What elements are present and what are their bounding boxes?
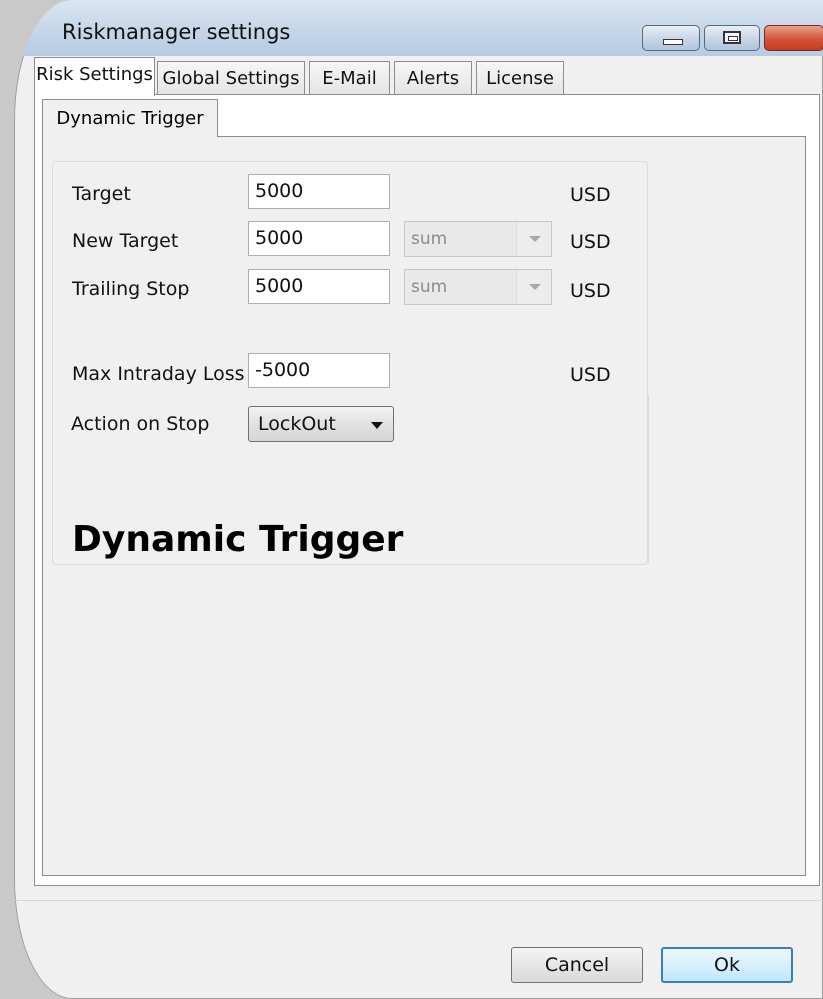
max-intraday-loss-label: Max Intraday Loss bbox=[72, 363, 245, 385]
chevron-down-icon bbox=[516, 222, 551, 256]
minimize-button[interactable] bbox=[642, 25, 700, 51]
trailing-stop-mode-select: sum bbox=[404, 269, 552, 305]
tab-risk-settings[interactable]: Risk Settings bbox=[34, 57, 155, 96]
tab-license[interactable]: License bbox=[476, 61, 564, 94]
trailing-stop-mode-value: sum bbox=[411, 277, 448, 297]
trailing-stop-input[interactable]: 5000 bbox=[248, 269, 390, 304]
action-on-stop-value: LockOut bbox=[258, 413, 336, 435]
trailing-stop-unit: USD bbox=[570, 280, 611, 302]
chevron-down-icon bbox=[516, 270, 551, 304]
ok-button[interactable]: Ok bbox=[661, 947, 793, 983]
target-label: Target bbox=[72, 183, 131, 205]
tab-alerts[interactable]: Alerts bbox=[394, 61, 472, 94]
tab-dynamic-trigger[interactable]: Dynamic Trigger bbox=[42, 99, 218, 137]
maximize-icon bbox=[723, 31, 741, 44]
close-button[interactable] bbox=[764, 25, 823, 51]
minimize-icon bbox=[663, 39, 683, 45]
tab-global-settings[interactable]: Global Settings bbox=[157, 61, 305, 94]
group-divider bbox=[648, 395, 649, 563]
max-intraday-loss-input[interactable]: -5000 bbox=[248, 353, 390, 388]
max-intraday-loss-unit: USD bbox=[570, 364, 611, 386]
title-bar: Riskmanager settings bbox=[14, 0, 823, 56]
target-input[interactable]: 5000 bbox=[248, 174, 390, 209]
new-target-input[interactable]: 5000 bbox=[248, 221, 390, 256]
riskmanager-settings-window: Riskmanager settings Risk Settings Globa… bbox=[14, 0, 823, 999]
action-on-stop-select[interactable]: LockOut bbox=[248, 406, 394, 442]
cancel-button[interactable]: Cancel bbox=[511, 947, 643, 983]
target-unit: USD bbox=[570, 184, 611, 206]
screenshot-frame: Riskmanager settings Risk Settings Globa… bbox=[0, 0, 823, 999]
new-target-mode-select: sum bbox=[404, 221, 552, 257]
action-on-stop-label: Action on Stop bbox=[71, 413, 210, 435]
tab-email[interactable]: E-Mail bbox=[309, 61, 390, 94]
new-target-label: New Target bbox=[72, 230, 179, 252]
chevron-down-icon bbox=[371, 422, 383, 429]
new-target-mode-value: sum bbox=[411, 229, 448, 249]
section-heading: Dynamic Trigger bbox=[72, 519, 404, 560]
new-target-unit: USD bbox=[570, 231, 611, 253]
trailing-stop-label: Trailing Stop bbox=[72, 278, 190, 300]
footer-separator bbox=[14, 900, 823, 901]
window-title: Riskmanager settings bbox=[62, 20, 291, 44]
maximize-button[interactable] bbox=[704, 25, 760, 51]
